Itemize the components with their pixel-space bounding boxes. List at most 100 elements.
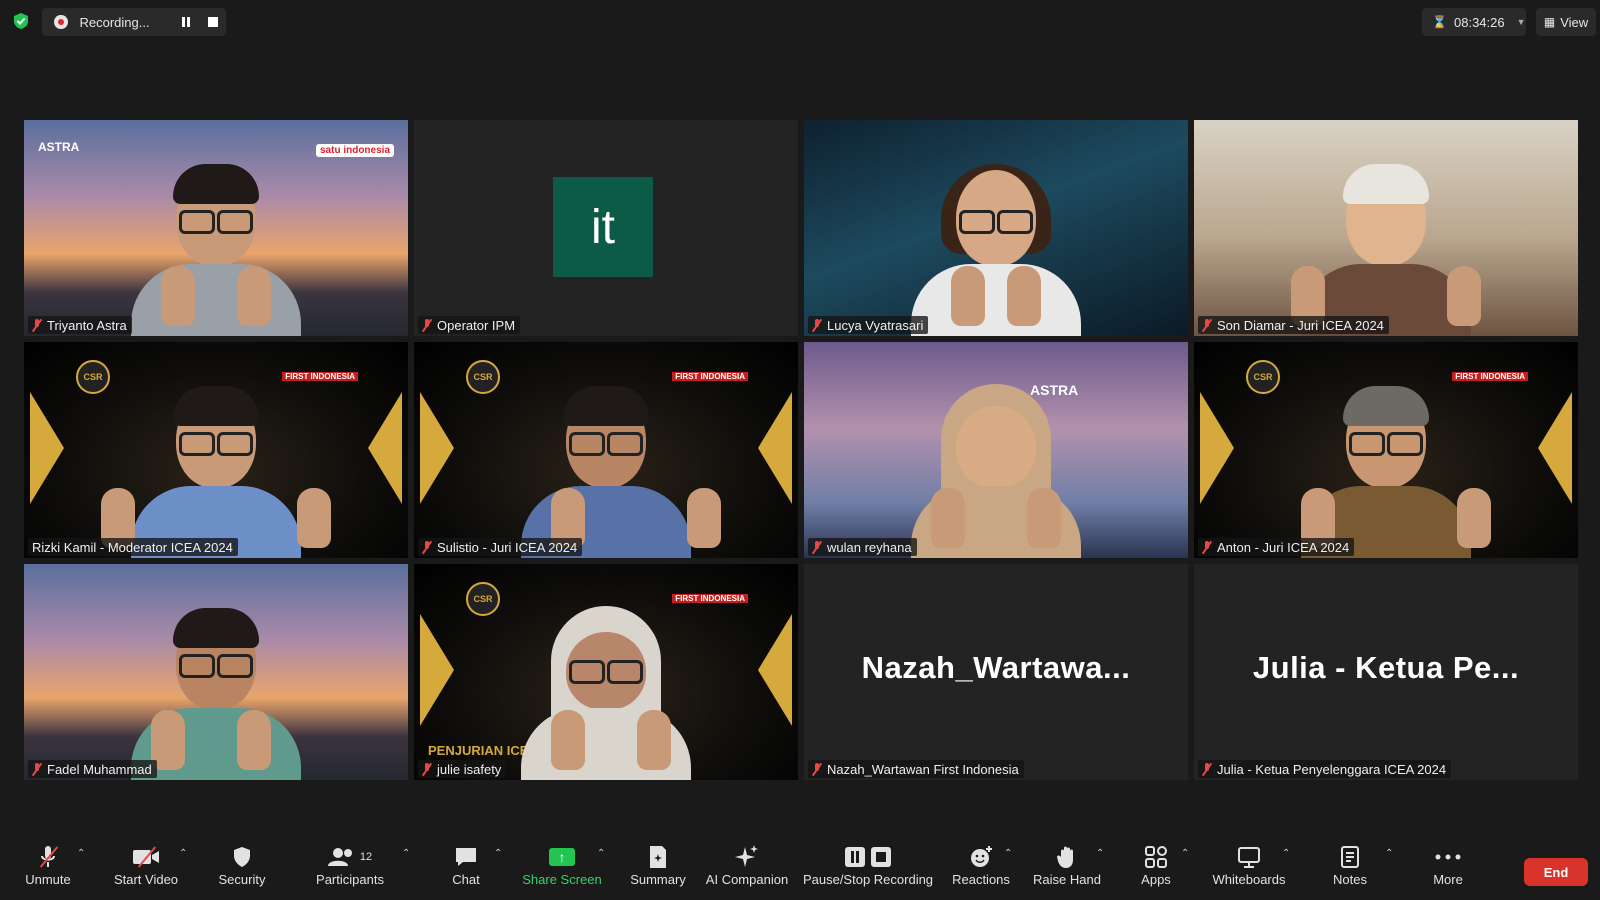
participants-count: 12 xyxy=(359,851,373,863)
participant-name-tag: Fadel Muhammad xyxy=(28,760,157,778)
participant-name-tag: Lucya Vyatrasari xyxy=(808,316,929,334)
share-screen-icon: ↑ xyxy=(549,848,575,866)
video-tile-active-speaker[interactable]: CSR FIRST INDONESIA Rizki Kamil - Modera… xyxy=(24,342,408,558)
share-screen-button[interactable]: ↑ Share Screen xyxy=(522,842,602,900)
pause-recording-button[interactable] xyxy=(172,12,199,32)
meeting-timer[interactable]: ⌛ 08:34:26 ▼ xyxy=(1422,8,1526,36)
raise-hand-button[interactable]: Raise Hand xyxy=(1033,842,1101,900)
participants-label: Participants xyxy=(316,872,384,887)
apps-label: Apps xyxy=(1141,872,1171,887)
stop-icon xyxy=(207,17,218,27)
mic-muted-icon xyxy=(812,540,822,554)
notes-options-chevron-icon[interactable]: ⌃ xyxy=(1385,848,1393,859)
meeting-toolbar: Unmute ⌃ Start Video ⌃ Security 12 Parti… xyxy=(0,842,1600,900)
video-tile[interactable]: Lucya Vyatrasari xyxy=(804,120,1188,336)
participant-name-tag: Julia - Ketua Penyelenggara ICEA 2024 xyxy=(1198,760,1452,778)
reactions-button[interactable]: Reactions xyxy=(950,842,1012,900)
participant-video xyxy=(511,604,701,780)
mic-muted-icon xyxy=(812,762,822,776)
participant-name: Sulistio - Juri ICEA 2024 xyxy=(437,539,578,555)
astra-logo: ASTRA xyxy=(38,140,80,154)
video-camera-off-icon xyxy=(132,842,160,872)
participant-name: Rizki Kamil - Moderator ICEA 2024 xyxy=(32,539,233,555)
raise-hand-options-chevron-icon[interactable]: ⌃ xyxy=(1096,848,1104,859)
chat-button[interactable]: Chat xyxy=(446,842,486,900)
video-tile[interactable]: Fadel Muhammad xyxy=(24,564,408,780)
whiteboards-options-chevron-icon[interactable]: ⌃ xyxy=(1282,848,1290,859)
security-label: Security xyxy=(218,872,266,887)
video-options-chevron-icon[interactable]: ⌃ xyxy=(179,848,187,859)
participant-video xyxy=(511,382,721,558)
ai-companion-button[interactable]: AI Companion xyxy=(704,842,790,900)
stop-recording-button[interactable] xyxy=(199,12,226,32)
unmute-button[interactable]: Unmute xyxy=(22,842,74,900)
video-tile[interactable]: Nazah_Wartawa... Nazah_Wartawan First In… xyxy=(804,564,1188,780)
video-tile[interactable]: it Operator IPM xyxy=(414,120,798,336)
timer-value: 08:34:26 xyxy=(1454,14,1505,30)
participant-name-tag: Nazah_Wartawan First Indonesia xyxy=(808,760,1024,778)
more-button[interactable]: More xyxy=(1428,842,1468,900)
satu-indonesia-logo: satu indonesia xyxy=(315,144,394,157)
ai-companion-label: AI Companion xyxy=(705,872,789,887)
raise-hand-label: Raise Hand xyxy=(1033,872,1101,887)
share-options-chevron-icon[interactable]: ⌃ xyxy=(597,848,605,859)
pause-stop-recording-label: Pause/Stop Recording xyxy=(802,872,934,887)
participant-name: Nazah_Wartawan First Indonesia xyxy=(827,761,1019,777)
csr-logo: CSR xyxy=(1246,360,1280,394)
hand-icon xyxy=(1057,842,1077,872)
notes-button[interactable]: Notes xyxy=(1330,842,1370,900)
participant-video xyxy=(101,382,331,558)
participant-name: Triyanto Astra xyxy=(47,317,127,333)
audio-options-chevron-icon[interactable]: ⌃ xyxy=(77,848,85,859)
video-tile[interactable]: ASTRA wulan reyhana xyxy=(804,342,1188,558)
participant-name: Julia - Ketua Penyelenggara ICEA 2024 xyxy=(1217,761,1447,777)
smiley-plus-icon xyxy=(969,842,993,872)
participants-options-chevron-icon[interactable]: ⌃ xyxy=(402,848,410,859)
video-tile[interactable]: CSR FIRST INDONESIA Sulistio - Juri ICEA… xyxy=(414,342,798,558)
mic-muted-icon xyxy=(1202,762,1212,776)
unmute-label: Unmute xyxy=(25,872,71,887)
video-tile[interactable]: Son Diamar - Juri ICEA 2024 xyxy=(1194,120,1578,336)
summary-button[interactable]: Summary xyxy=(628,842,688,900)
whiteboard-icon xyxy=(1237,842,1261,872)
mic-muted-icon xyxy=(422,540,432,554)
view-button[interactable]: ▦ View xyxy=(1536,8,1596,36)
apps-button[interactable]: Apps xyxy=(1136,842,1176,900)
csr-logo: CSR xyxy=(466,360,500,394)
first-indonesia-logo: FIRST INDONESIA xyxy=(672,372,748,381)
video-tile[interactable]: CSR FIRST INDONESIA Anton - Juri ICEA 20… xyxy=(1194,342,1578,558)
participant-name-tag: Operator IPM xyxy=(418,316,521,334)
chat-options-chevron-icon[interactable]: ⌃ xyxy=(494,848,502,859)
record-dot-icon xyxy=(54,15,68,29)
end-meeting-button[interactable]: End xyxy=(1524,858,1588,886)
summary-icon xyxy=(648,842,668,872)
mic-muted-icon xyxy=(32,318,42,332)
security-button[interactable]: Security xyxy=(214,842,270,900)
participant-video xyxy=(121,604,311,780)
apps-options-chevron-icon[interactable]: ⌃ xyxy=(1181,848,1189,859)
participant-name-tag: Rizki Kamil - Moderator ICEA 2024 xyxy=(28,538,238,556)
video-tile[interactable]: CSR FIRST INDONESIA PENJURIAN ICEA 202 j… xyxy=(414,564,798,780)
shield-icon xyxy=(232,842,252,872)
notes-icon xyxy=(1340,842,1360,872)
mic-muted-icon xyxy=(422,318,432,332)
grid-icon: ▦ xyxy=(1543,15,1556,29)
video-tile[interactable]: Julia - Ketua Pe... Julia - Ketua Penyel… xyxy=(1194,564,1578,780)
pause-icon xyxy=(181,17,190,27)
notes-label: Notes xyxy=(1333,872,1367,887)
participant-video xyxy=(121,160,311,336)
participant-display-name: Julia - Ketua Pe... xyxy=(1252,650,1520,685)
participant-avatar: it xyxy=(553,177,653,277)
shield-check-icon[interactable] xyxy=(12,12,30,30)
video-tile[interactable]: ASTRA satu indonesia Triyanto Astra xyxy=(24,120,408,336)
reactions-options-chevron-icon[interactable]: ⌃ xyxy=(1004,848,1012,859)
participant-name: Anton - Juri ICEA 2024 xyxy=(1217,539,1350,555)
participant-name: Operator IPM xyxy=(437,317,516,333)
participant-display-name: Nazah_Wartawa... xyxy=(861,650,1131,685)
start-video-button[interactable]: Start Video xyxy=(110,842,182,900)
start-video-label: Start Video xyxy=(113,872,179,887)
participants-button[interactable]: 12 Participants xyxy=(312,842,388,900)
pause-stop-recording-button[interactable]: Pause/Stop Recording xyxy=(802,842,934,900)
whiteboards-button[interactable]: Whiteboards xyxy=(1212,842,1286,900)
mic-muted-icon xyxy=(1202,318,1212,332)
